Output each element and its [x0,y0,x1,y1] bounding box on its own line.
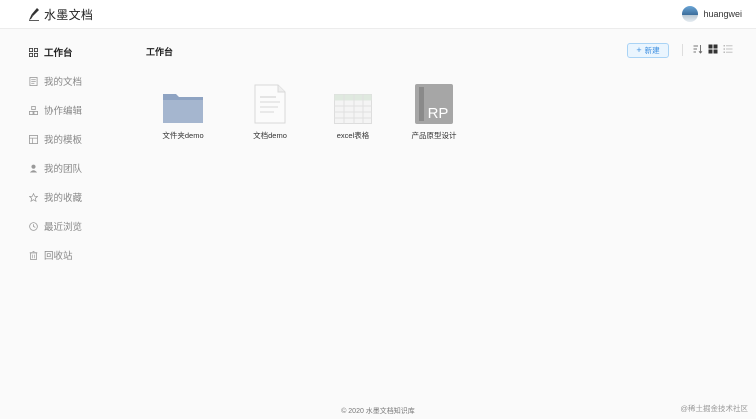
sidebar-item-label: 我的文档 [44,77,83,88]
grid-view-icon[interactable] [708,44,718,54]
file-item-prototype[interactable]: RP 产品原型设计 [404,84,464,144]
watermark: @稀土掘金技术社区 [680,404,748,413]
page-title: 工作台 [146,47,174,57]
sidebar-item-team[interactable]: 我的团队 [29,161,82,175]
grid-icon [29,47,38,57]
footer-copyright: © 2020 水墨文档知识库 [341,408,415,415]
user-menu[interactable]: huangwei [682,6,742,22]
sidebar-item-favorites[interactable]: 我的收藏 [29,190,82,204]
sidebar-item-collab[interactable]: 协作编辑 [29,103,82,117]
document-file-icon [254,84,286,124]
sidebar-item-my-docs[interactable]: 我的文档 [29,74,82,88]
new-button-label: 新建 [644,46,660,55]
sidebar: 工作台 我的文档 协作编辑 我的模板 我的团队 我的收藏 最近浏览 回收站 [0,29,128,389]
team-icon [29,164,38,173]
collaborate-icon [29,105,38,115]
axure-rp-icon: RP [415,84,453,124]
sidebar-item-label: 回收站 [44,251,73,262]
sidebar-item-label: 协作编辑 [44,106,83,117]
list-view-icon[interactable] [723,44,733,54]
app-title: 水墨文档 [44,7,94,22]
brand[interactable]: 水墨文档 [28,6,93,23]
toolbar-divider [682,44,683,56]
spreadsheet-icon [334,84,372,124]
svg-text:RP: RP [428,105,449,122]
template-icon [29,134,38,144]
plus-icon: + [636,45,642,55]
file-label: 文档demo [253,131,287,140]
file-item-folder[interactable]: 文件夹demo [153,84,213,144]
file-label: 文件夹demo [162,131,204,140]
trash-icon [29,250,38,260]
top-header: 水墨文档 huangwei [0,0,756,29]
new-button[interactable]: + 新建 [627,43,669,58]
file-label: excel表格 [336,131,370,140]
sidebar-item-label: 我的收藏 [44,193,83,204]
file-label: 产品原型设计 [411,131,457,140]
user-name: huangwei [703,9,742,19]
folder-icon [162,84,204,124]
sidebar-item-templates[interactable]: 我的模板 [29,132,82,146]
sidebar-item-recent[interactable]: 最近浏览 [29,219,82,233]
file-item-spreadsheet[interactable]: excel表格 [323,84,383,144]
avatar[interactable] [682,6,699,22]
sidebar-item-workbench[interactable]: 工作台 [29,45,73,59]
sort-icon[interactable] [693,44,703,54]
sidebar-item-label: 我的模板 [44,135,83,146]
clock-icon [29,221,38,231]
sidebar-item-label: 工作台 [44,48,73,59]
star-icon [29,192,38,202]
brush-logo-icon [28,7,40,21]
file-item-document[interactable]: 文档demo [240,84,300,144]
sidebar-item-label: 最近浏览 [44,222,83,233]
sidebar-item-trash[interactable]: 回收站 [29,248,73,262]
sidebar-item-label: 我的团队 [44,164,83,175]
document-icon [29,76,38,86]
